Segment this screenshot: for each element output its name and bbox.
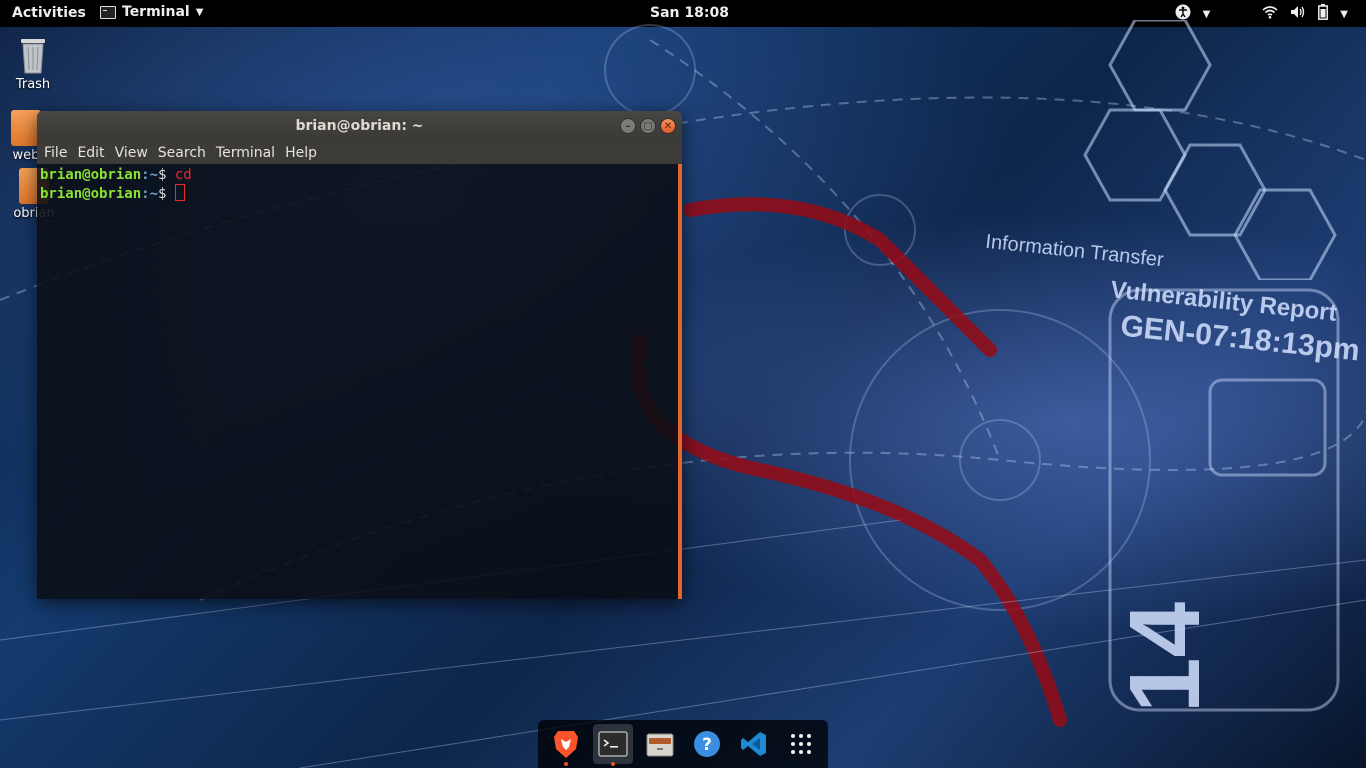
prompt-user: brian@obrian: [40, 167, 142, 183]
running-indicator: [563, 762, 568, 766]
window-title: brian@obrian: ~: [295, 118, 424, 134]
desktop-icon-trash[interactable]: Trash: [3, 35, 63, 92]
chevron-down-icon[interactable]: ▼: [1203, 9, 1211, 20]
app-menu[interactable]: Terminal ▼: [100, 4, 203, 20]
window-controls: – □ ✕: [620, 118, 676, 134]
terminal-icon: [597, 731, 628, 757]
prompt-sign: $: [158, 186, 175, 202]
menu-terminal[interactable]: Terminal: [216, 145, 275, 161]
command-text: cd: [174, 167, 192, 183]
menu-help[interactable]: Help: [285, 145, 317, 161]
prompt-path: :~: [141, 186, 159, 202]
desktop-icon-label: web: [12, 148, 40, 163]
prompt-user: brian@obrian: [40, 186, 142, 202]
menu-search[interactable]: Search: [158, 145, 206, 161]
terminal-menubar: File Edit View Search Terminal Help: [37, 142, 682, 164]
dock-terminal[interactable]: [592, 724, 633, 766]
minimize-button[interactable]: –: [620, 118, 636, 134]
running-indicator: [610, 762, 615, 766]
scrollbar[interactable]: [678, 164, 682, 599]
dock-help[interactable]: ?: [687, 724, 727, 764]
terminal-window[interactable]: brian@obrian: ~ – □ ✕ File Edit View Sea…: [37, 111, 682, 599]
dock: ?: [538, 720, 828, 768]
activities-button[interactable]: Activities: [12, 5, 86, 21]
chevron-down-icon: ▼: [195, 6, 204, 18]
prompt-sign: $: [158, 167, 175, 183]
dock-show-applications[interactable]: [781, 724, 821, 764]
menu-edit[interactable]: Edit: [77, 145, 104, 161]
trash-icon: [18, 35, 48, 75]
terminal-output[interactable]: brian@obrian:~$ cd brian@obrian:~$: [37, 164, 682, 599]
dock-vscode[interactable]: [734, 724, 774, 764]
file-cabinet-icon: [646, 733, 673, 757]
chevron-down-icon[interactable]: ▼: [1340, 9, 1348, 20]
desktop-icon-label: Trash: [15, 77, 51, 92]
terminal-icon: [100, 5, 116, 19]
help-icon: ?: [693, 731, 720, 757]
svg-text:?: ?: [702, 735, 712, 755]
text-cursor: [174, 184, 185, 201]
brave-lion-icon: [553, 731, 578, 758]
vscode-icon: [740, 732, 766, 756]
menu-view[interactable]: View: [115, 145, 148, 161]
maximize-button[interactable]: □: [640, 118, 656, 134]
dock-file-manager[interactable]: [640, 724, 680, 764]
wallpaper-big-number: 14: [1109, 601, 1222, 714]
clock[interactable]: San 18:08: [650, 5, 729, 21]
dock-brave-browser[interactable]: [546, 724, 586, 766]
app-grid-icon: [790, 734, 811, 754]
window-titlebar[interactable]: brian@obrian: ~ – □ ✕: [37, 111, 682, 142]
close-button[interactable]: ✕: [660, 118, 676, 134]
prompt-path: :~: [141, 167, 159, 183]
hexagon-pattern: [1083, 20, 1337, 280]
terminal-line: brian@obrian:~$: [40, 184, 679, 203]
terminal-line: brian@obrian:~$ cd: [40, 166, 679, 184]
app-menu-label: Terminal: [122, 4, 190, 20]
menu-file[interactable]: File: [44, 145, 67, 161]
